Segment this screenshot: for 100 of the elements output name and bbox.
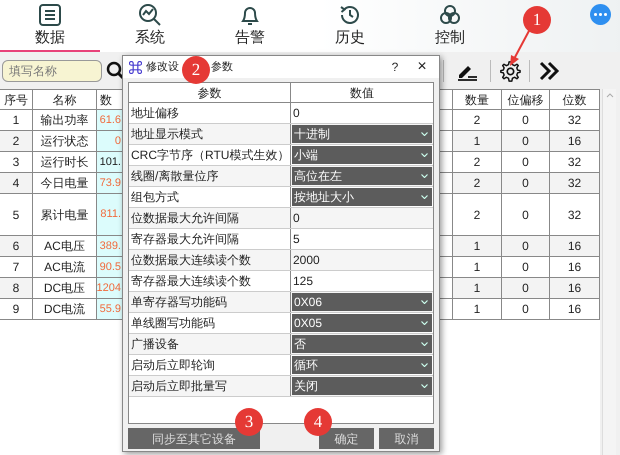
- table-cell: 1: [453, 278, 502, 299]
- table-cell: 1204: [97, 278, 123, 299]
- nav-tab[interactable]: 告警: [200, 2, 300, 52]
- nav-tab[interactable]: 控制: [400, 2, 500, 52]
- scrollbar[interactable]: [602, 89, 616, 455]
- dropdown[interactable]: 循环: [292, 356, 432, 374]
- input-field[interactable]: 5: [291, 229, 433, 249]
- table-cell: 16: [550, 299, 600, 320]
- parameter-label: 地址显示模式: [129, 124, 291, 144]
- cancel-button[interactable]: 取消: [379, 428, 434, 449]
- table-cell: 今日电量: [33, 173, 97, 194]
- input-field[interactable]: 125: [291, 271, 433, 291]
- table-cell: 0: [502, 173, 550, 194]
- more-button[interactable]: [590, 4, 611, 25]
- chevron-down-icon: [421, 195, 428, 199]
- table-cell: 389.: [97, 236, 123, 257]
- table-cell: 90.5: [97, 257, 123, 278]
- table-cell: 55.9: [97, 299, 123, 320]
- parameter-label: 地址偏移: [129, 103, 291, 123]
- parameter-label: 单线圈写功能码: [129, 313, 291, 333]
- table-cell: 运行状态: [33, 131, 97, 152]
- table-cell: 32: [550, 110, 600, 131]
- dropdown[interactable]: 关闭: [292, 377, 432, 395]
- table-cell: 2: [453, 173, 502, 194]
- table-cell: 5: [0, 194, 33, 236]
- table-cell: 16: [550, 257, 600, 278]
- chevron-down-icon: [421, 300, 428, 304]
- dropdown[interactable]: 高位在左: [292, 167, 432, 185]
- table-cell: 2: [0, 131, 33, 152]
- table-cell: 1: [453, 236, 502, 257]
- column-header: 数值: [349, 84, 375, 102]
- nav-tab[interactable]: 历史: [300, 2, 400, 52]
- table-cell: 32: [550, 194, 600, 236]
- table-cell: 输出功率: [33, 110, 97, 131]
- table-cell: 2: [453, 152, 502, 173]
- dropdown[interactable]: 否: [292, 335, 432, 353]
- list-icon: [38, 3, 62, 27]
- table-cell: 1: [453, 299, 502, 320]
- parameter-label: 启动后立即批量写: [129, 376, 291, 396]
- table-cell: 0: [502, 194, 550, 236]
- nav-tab[interactable]: 系统: [100, 2, 200, 52]
- table-cell: 101.: [97, 152, 123, 173]
- table-cell: 16: [550, 278, 600, 299]
- table-cell: DC电压: [33, 278, 97, 299]
- parameter-label: 寄存器最大连续读个数: [129, 271, 291, 291]
- table-cell: 0: [502, 152, 550, 173]
- table-cell: 16: [550, 131, 600, 152]
- rings-icon: [438, 3, 462, 27]
- table-cell: 61.6: [97, 110, 123, 131]
- table-cell: DC电流: [33, 299, 97, 320]
- table-cell: 811.: [97, 194, 123, 236]
- dropdown[interactable]: 按地址大小: [292, 188, 432, 206]
- table-cell: 0: [502, 278, 550, 299]
- chart-magnifier-icon: [138, 3, 162, 27]
- settings-icon[interactable]: [499, 60, 521, 82]
- parameter-label: 单寄存器写功能码: [129, 292, 291, 312]
- table-cell: 73.9: [97, 173, 123, 194]
- table-cell: 累计电量: [33, 194, 97, 236]
- table-cell: 1: [0, 110, 33, 131]
- table-cell: 0: [502, 131, 550, 152]
- sync-button[interactable]: 同步至其它设备: [128, 428, 260, 449]
- dialog-title: 参数: [211, 60, 233, 75]
- command-icon: [129, 60, 142, 74]
- table-cell: 0: [97, 131, 123, 152]
- dropdown[interactable]: 十进制: [292, 125, 432, 143]
- table-cell: 32: [550, 173, 600, 194]
- parameter-label: 组包方式: [129, 187, 291, 207]
- ok-button[interactable]: 确定: [319, 428, 374, 449]
- input-field[interactable]: 0: [291, 103, 433, 123]
- table-cell: AC电压: [33, 236, 97, 257]
- parameter-label: 寄存器最大允许间隔: [129, 229, 291, 249]
- table-cell: 2: [453, 194, 502, 236]
- table-cell: 4: [0, 173, 33, 194]
- chevron-down-icon: [421, 363, 428, 367]
- double-chevron-icon[interactable]: [538, 60, 560, 80]
- parameter-label: 位数据最大连续读个数: [129, 250, 291, 270]
- table-cell: 2: [453, 110, 502, 131]
- table-cell: 0: [502, 110, 550, 131]
- close-button[interactable]: ×: [407, 55, 437, 79]
- parameter-label: 位数据最大允许间隔: [129, 208, 291, 228]
- table-cell: 9: [0, 299, 33, 320]
- chevron-down-icon: [421, 174, 428, 178]
- dialog-title: 修改设: [146, 60, 179, 75]
- chevron-down-icon: [421, 132, 428, 136]
- help-button[interactable]: ?: [383, 58, 407, 76]
- table-cell: 0: [502, 257, 550, 278]
- dropdown[interactable]: 0X06: [292, 293, 432, 311]
- dropdown[interactable]: 0X05: [292, 314, 432, 332]
- search-field[interactable]: 填写名称: [2, 60, 102, 82]
- table-cell: 8: [0, 278, 33, 299]
- dropdown[interactable]: 小端: [292, 146, 432, 164]
- table-cell: 7: [0, 257, 33, 278]
- input-field[interactable]: 0: [291, 208, 433, 228]
- parameter-label: 线圈/离散量位序: [129, 166, 291, 186]
- chevron-down-icon: [421, 342, 428, 346]
- parameter-label: 启动后立即轮询: [129, 355, 291, 375]
- arrow: [508, 28, 532, 68]
- input-field[interactable]: 2000: [291, 250, 433, 270]
- chevron-down-icon: [421, 384, 428, 388]
- parameter-label: CRC字节序（RTU模式生效）: [129, 145, 291, 165]
